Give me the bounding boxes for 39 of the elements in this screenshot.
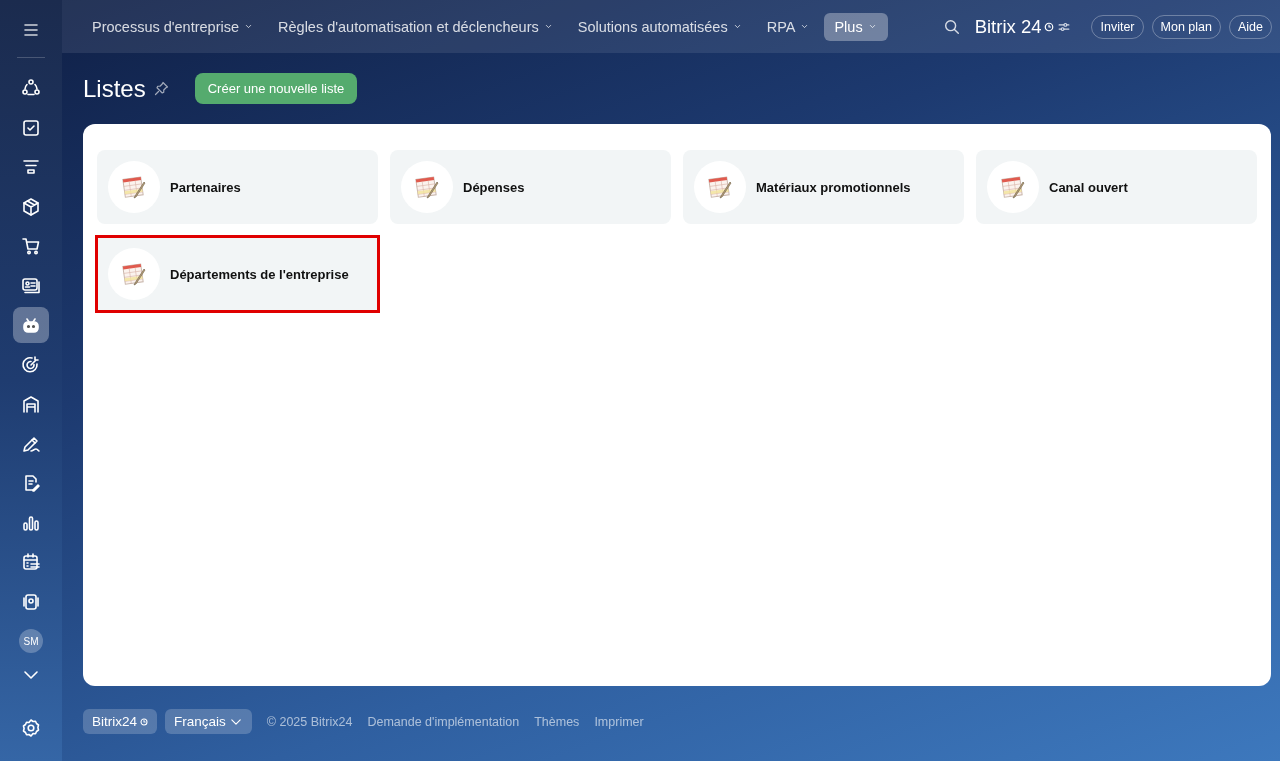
nav-tab[interactable]: Plus [824,12,888,41]
checkbox-icon [21,117,41,138]
id-card-icon [21,275,41,296]
warehouse-icon [21,394,41,414]
package-icon [21,196,41,217]
user-avatar[interactable]: SM [19,629,43,653]
robot-icon [21,315,41,335]
sidebar-item[interactable] [13,307,49,343]
list-name: Canal ouvert [1049,179,1128,195]
list-name: Matériaux promotionnels [756,179,911,195]
nodes-icon [21,78,41,98]
calendar-icon [21,552,41,572]
funnel-icon [21,157,41,177]
clock-icon [1044,21,1055,32]
clock-icon [140,717,148,726]
language-button[interactable]: Français [165,709,252,734]
nav-tab[interactable]: Processus d'entreprise [82,12,265,41]
phone-icon [21,591,41,612]
list-tile[interactable]: Matériaux promotionnels [683,150,964,224]
list-name: Dépenses [463,179,525,195]
list-name: Départements de l'entreprise [170,266,349,282]
cart-icon [21,236,41,256]
target-icon [21,354,41,375]
pin-icon [153,81,169,96]
list-tile[interactable]: Canal ouvert [976,150,1257,224]
nav-tab[interactable]: Règles d'automatisation et déclencheurs [268,12,564,41]
list-tile[interactable]: Départements de l'entreprise [97,237,378,311]
logo-text: Bitrix 24 [974,15,1042,38]
search-icon [942,17,961,36]
brand-button[interactable]: Bitrix24 [83,709,157,734]
copyright-text: © 2025 Bitrix24 [266,714,353,729]
list-name: Partenaires [170,179,241,195]
nav-tab[interactable]: RPA [756,12,821,41]
list-tile[interactable]: Partenaires [97,150,378,224]
page-title: Listes [83,74,146,103]
settings-icon [21,718,41,738]
list-tile[interactable]: Dépenses [390,150,671,224]
footer-link[interactable]: Demande d'implémentation [367,714,520,729]
nav-tab[interactable]: Solutions automatisées [567,12,753,41]
